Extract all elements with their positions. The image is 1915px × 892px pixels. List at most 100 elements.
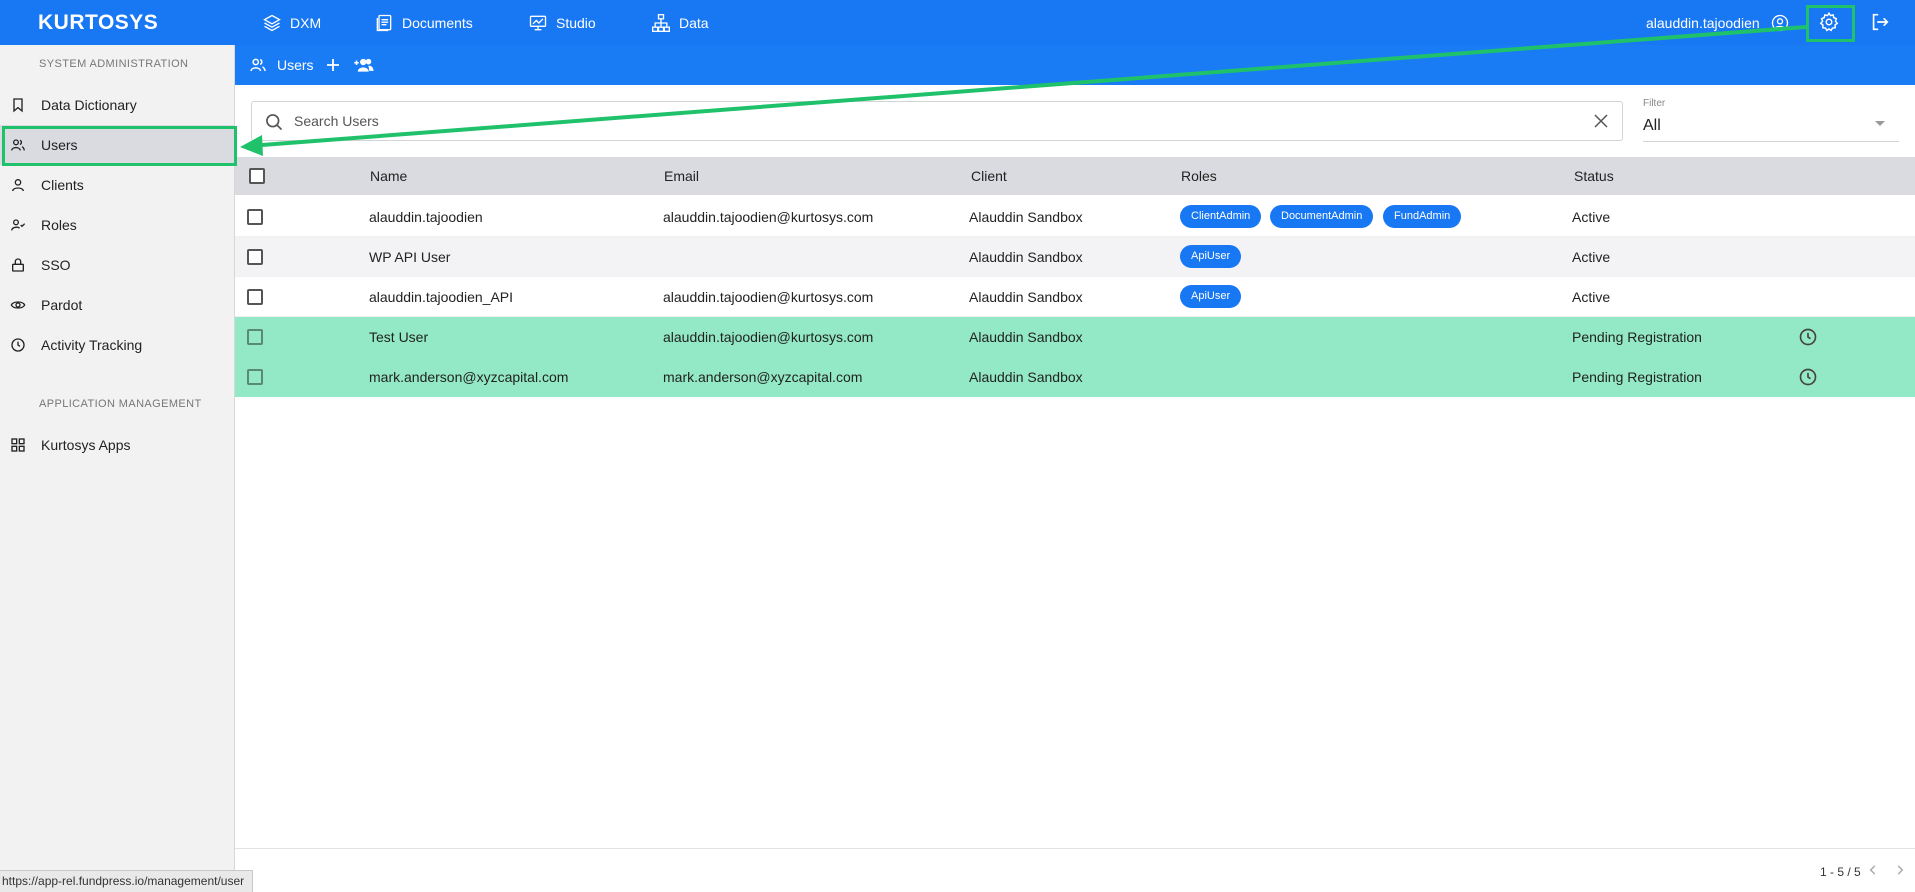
chevron-left-icon[interactable] (1866, 863, 1880, 877)
cell-name: alauddin.tajoodien (369, 209, 483, 225)
status-bar-url: https://app-rel.fundpress.io/management/… (0, 870, 254, 892)
row-checkbox[interactable] (247, 369, 263, 385)
cell-name: Test User (369, 329, 429, 345)
role-badge: FundAdmin (1383, 205, 1462, 228)
select-all-checkbox[interactable] (249, 168, 265, 184)
nav-data[interactable]: Data (651, 0, 709, 45)
cell-status: Pending Registration (1572, 329, 1702, 345)
nav-dxm-label: DXM (290, 14, 322, 31)
table-row[interactable]: alauddin.tajoodien_API alauddin.tajoodie… (235, 277, 1915, 317)
sidebar-item-label: Data Dictionary (41, 97, 137, 113)
chevron-down-icon (1875, 121, 1885, 126)
presentation-icon (529, 15, 547, 30)
sidebar-item-data-dictionary[interactable]: Data Dictionary (0, 85, 235, 125)
table-row[interactable]: alauddin.tajoodien alauddin.tajoodien@ku… (235, 197, 1915, 237)
kurtosys-logo[interactable]: KURTOSYS (38, 11, 158, 35)
cell-client: Alauddin Sandbox (969, 369, 1083, 385)
sidebar-section-system-administration: SYSTEM ADMINISTRATION (39, 58, 189, 70)
cell-email: alauddin.tajoodien@kurtosys.com (663, 329, 874, 345)
role-badge: DocumentAdmin (1270, 205, 1374, 228)
row-checkbox[interactable] (247, 249, 263, 265)
table-footer: 1 - 5 / 5 (235, 848, 1915, 892)
column-header-email[interactable]: Email (664, 168, 699, 184)
pagination-text: 1 - 5 / 5 (1820, 865, 1861, 879)
clock-icon[interactable] (1798, 327, 1818, 347)
cell-status: Active (1572, 209, 1611, 225)
sidebar: SYSTEM ADMINISTRATION Data Dictionary Us… (0, 45, 235, 892)
sidebar-section-application-management: APPLICATION MANAGEMENT (39, 398, 202, 410)
nav-data-label: Data (679, 14, 709, 31)
nav-documents[interactable]: Documents (374, 0, 473, 45)
sidebar-item-label: Roles (41, 217, 77, 233)
row-checkbox[interactable] (247, 289, 263, 305)
user-check-icon (11, 219, 26, 231)
cell-email: alauddin.tajoodien@kurtosys.com (663, 209, 874, 225)
table-row[interactable]: Test User alauddin.tajoodien@kurtosys.co… (235, 317, 1915, 357)
person-icon (12, 179, 24, 192)
nav-documents-label: Documents (402, 14, 473, 31)
filter-label: Filter (1643, 98, 1666, 109)
users-icon (250, 58, 266, 72)
sidebar-item-pardot[interactable]: Pardot (0, 285, 235, 325)
sidebar-item-label: Pardot (41, 297, 83, 313)
cell-status: Active (1572, 249, 1611, 265)
top-navigation-bar: KURTOSYS DXM Documents Studio Data alaud… (0, 0, 1915, 45)
add-users-icon[interactable] (352, 56, 376, 74)
search-bar (251, 101, 1623, 141)
chevron-right-icon[interactable] (1893, 863, 1907, 877)
username: alauddin.tajoodien (1646, 14, 1760, 31)
page-header: Users (235, 45, 1915, 85)
cell-client: Alauddin Sandbox (969, 329, 1083, 345)
cell-client: Alauddin Sandbox (969, 289, 1083, 305)
sidebar-item-roles[interactable]: Roles (0, 205, 235, 245)
column-header-status[interactable]: Status (1574, 168, 1614, 184)
sidebar-item-sso[interactable]: SSO (0, 245, 235, 285)
cell-status: Active (1572, 289, 1611, 305)
cell-email: mark.anderson@xyzcapital.com (663, 369, 863, 385)
clock-icon[interactable] (1798, 367, 1818, 387)
table-row[interactable]: mark.anderson@xyzcapital.com mark.anders… (235, 357, 1915, 397)
lock-icon (12, 258, 24, 272)
logout-icon[interactable] (1869, 11, 1891, 33)
cell-name: WP API User (369, 249, 451, 265)
filter-select[interactable]: Filter All (1643, 96, 1899, 142)
sidebar-item-clients[interactable]: Clients (0, 165, 235, 205)
row-checkbox[interactable] (247, 209, 263, 225)
clock-icon (11, 338, 25, 352)
grid-icon (11, 438, 25, 452)
plus-icon[interactable] (324, 56, 342, 74)
row-checkbox[interactable] (247, 329, 263, 345)
documents-icon (376, 14, 392, 31)
hierarchy-icon (652, 13, 670, 32)
sidebar-item-label: SSO (41, 257, 71, 273)
cell-email: alauddin.tajoodien@kurtosys.com (663, 289, 874, 305)
search-input[interactable] (294, 102, 1564, 140)
nav-dxm[interactable]: DXM (262, 0, 321, 45)
column-header-client[interactable]: Client (971, 168, 1007, 184)
bookmark-icon (13, 98, 23, 113)
settings-highlight-box (1806, 5, 1855, 42)
sidebar-item-kurtosys-apps[interactable]: Kurtosys Apps (0, 425, 235, 465)
role-badge: ApiUser (1180, 245, 1242, 268)
search-icon (266, 114, 283, 131)
filter-value: All (1643, 117, 1661, 134)
sidebar-item-label: Clients (41, 177, 84, 193)
cell-name: alauddin.tajoodien_API (369, 289, 514, 305)
table-row[interactable]: WP API User Alauddin Sandbox ApiUser Act… (235, 237, 1915, 277)
nav-studio-label: Studio (556, 14, 596, 31)
cell-client: Alauddin Sandbox (969, 249, 1083, 265)
page-title: Users (277, 57, 314, 73)
role-badge: ApiUser (1180, 285, 1242, 308)
close-icon[interactable] (1592, 112, 1610, 130)
cell-client: Alauddin Sandbox (969, 209, 1083, 225)
user-menu[interactable]: alauddin.tajoodien (1646, 0, 1790, 45)
cell-name: mark.anderson@xyzcapital.com (369, 369, 569, 385)
nav-studio[interactable]: Studio (528, 0, 596, 45)
sidebar-item-activity-tracking[interactable]: Activity Tracking (0, 325, 235, 365)
column-header-roles[interactable]: Roles (1181, 168, 1217, 184)
column-header-name[interactable]: Name (370, 168, 407, 184)
layers-icon (263, 14, 281, 31)
eye-icon (10, 301, 26, 309)
sidebar-item-label: Activity Tracking (41, 337, 143, 353)
cell-status: Pending Registration (1572, 369, 1702, 385)
